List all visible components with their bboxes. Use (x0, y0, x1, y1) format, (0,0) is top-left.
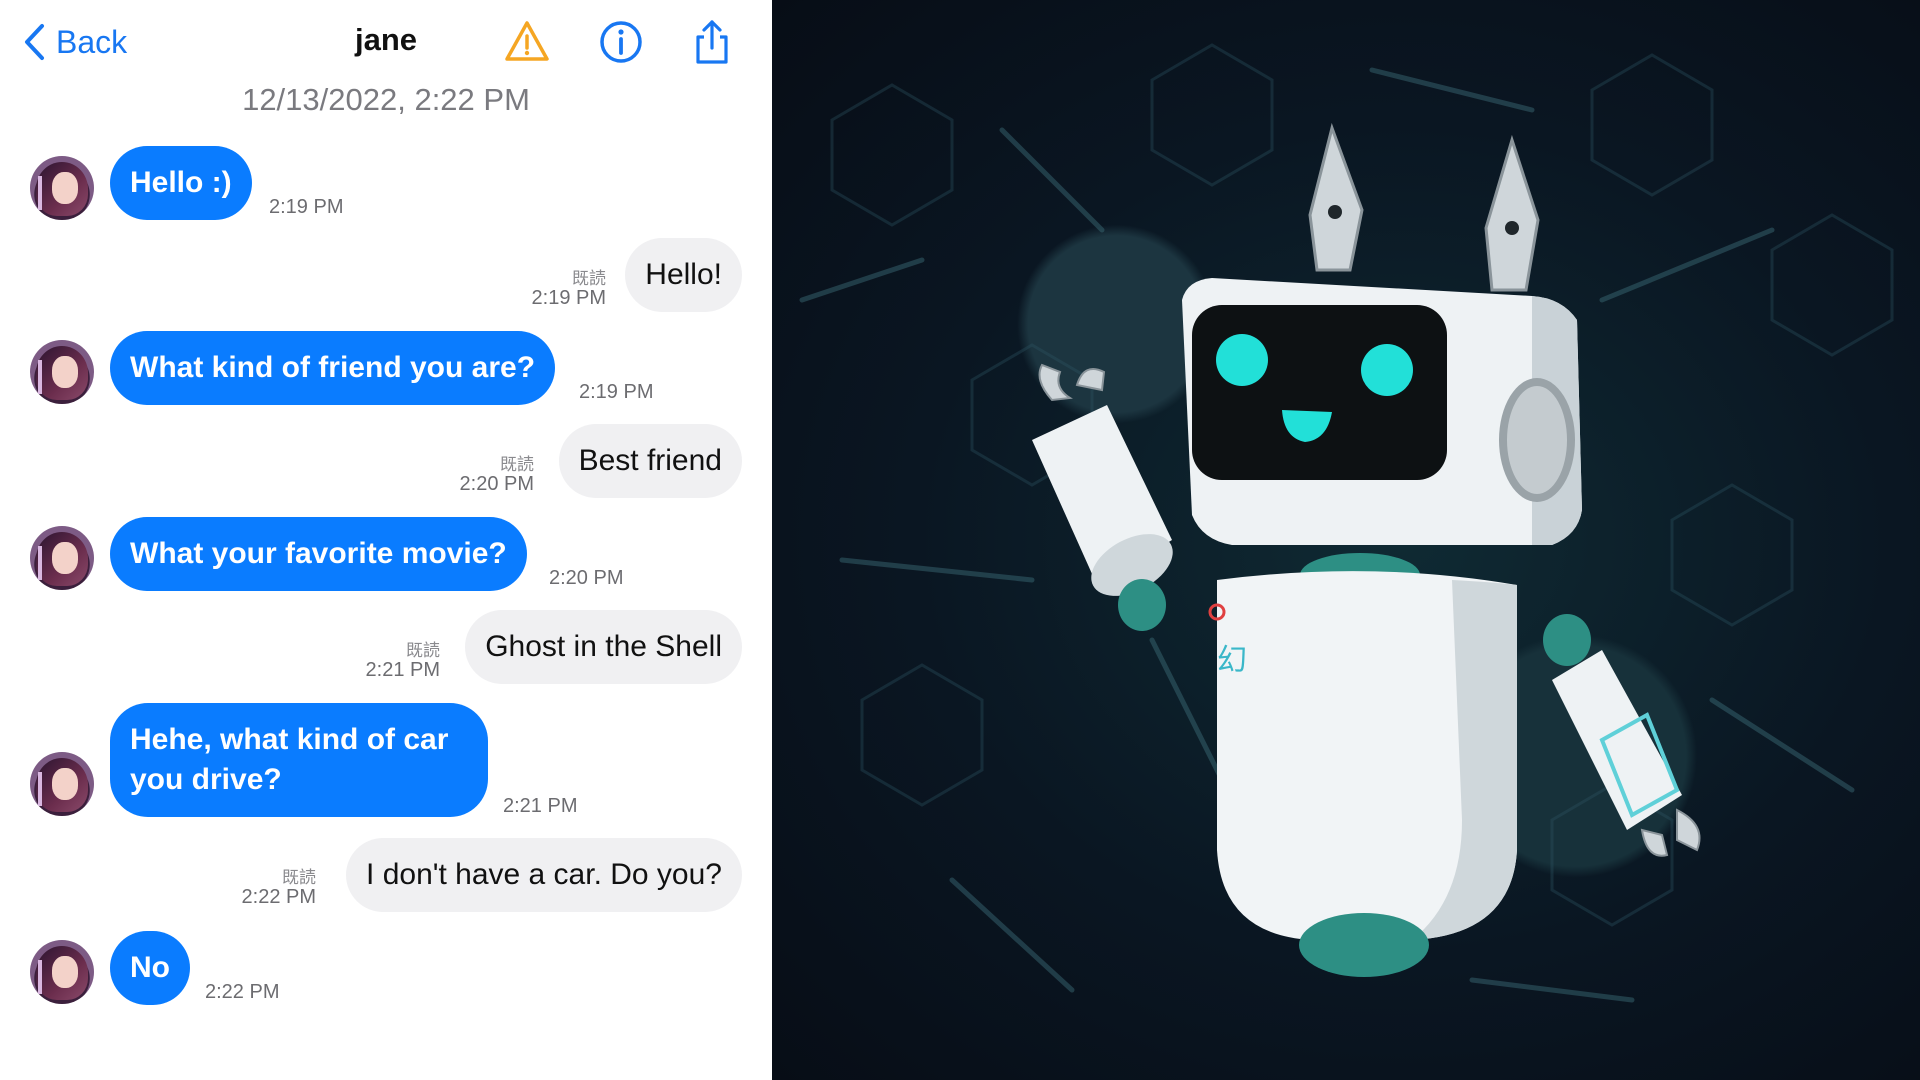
read-receipt: 既読 (500, 455, 534, 474)
incoming-message[interactable]: What kind of friend you are? (110, 331, 556, 405)
chevron-left-icon (25, 24, 44, 60)
incoming-message[interactable]: Hehe, what kind of car you drive? (110, 703, 488, 817)
message-time: 2:19 PM (579, 381, 654, 403)
contact-avatar[interactable] (30, 156, 94, 220)
read-receipt: 既読 (282, 868, 316, 887)
robot-illustration: 幻 (799, 43, 1894, 1003)
back-button[interactable]: Back (22, 20, 127, 64)
date-header: 12/13/2022, 2:22 PM (242, 82, 530, 117)
message-time: 2:20 PM (549, 567, 624, 589)
message-time: 2:22 PM (205, 981, 280, 1003)
incoming-message[interactable]: Hello :) (110, 146, 252, 220)
read-receipt: 既読 (572, 269, 606, 288)
message-time: 2:20 PM (459, 473, 534, 495)
back-label: Back (56, 23, 128, 60)
conversation-title: jane (354, 22, 418, 57)
info-icon[interactable] (597, 18, 645, 66)
message-time: 2:19 PM (531, 287, 606, 309)
outgoing-message[interactable]: I don't have a car. Do you? (346, 838, 742, 912)
contact-avatar[interactable] (30, 340, 94, 404)
message-time: 2:21 PM (503, 795, 578, 817)
share-icon[interactable] (688, 18, 736, 66)
outgoing-message[interactable]: Best friend (558, 424, 742, 498)
message-time: 2:21 PM (365, 659, 440, 681)
contact-avatar[interactable] (30, 526, 94, 590)
incoming-message[interactable]: What your favorite movie? (110, 517, 527, 591)
message-time: 2:19 PM (269, 196, 344, 218)
chat-navbar: Back jane (0, 0, 772, 86)
outgoing-message[interactable]: Ghost in the Shell (465, 610, 742, 684)
chat-panel: Back jane 12/13/2022, 2:22 PM Hello :) 2… (0, 0, 772, 1080)
warning-icon[interactable] (503, 18, 551, 66)
read-receipt: 既読 (406, 641, 440, 660)
contact-avatar[interactable] (30, 752, 94, 816)
contact-avatar[interactable] (30, 940, 94, 1004)
robot-artwork: 幻 (772, 0, 1920, 1080)
incoming-message[interactable]: No (110, 931, 190, 1005)
chest-text: 幻 (1217, 643, 1247, 678)
message-time: 2:22 PM (241, 886, 316, 908)
outgoing-message[interactable]: Hello! (625, 238, 742, 312)
